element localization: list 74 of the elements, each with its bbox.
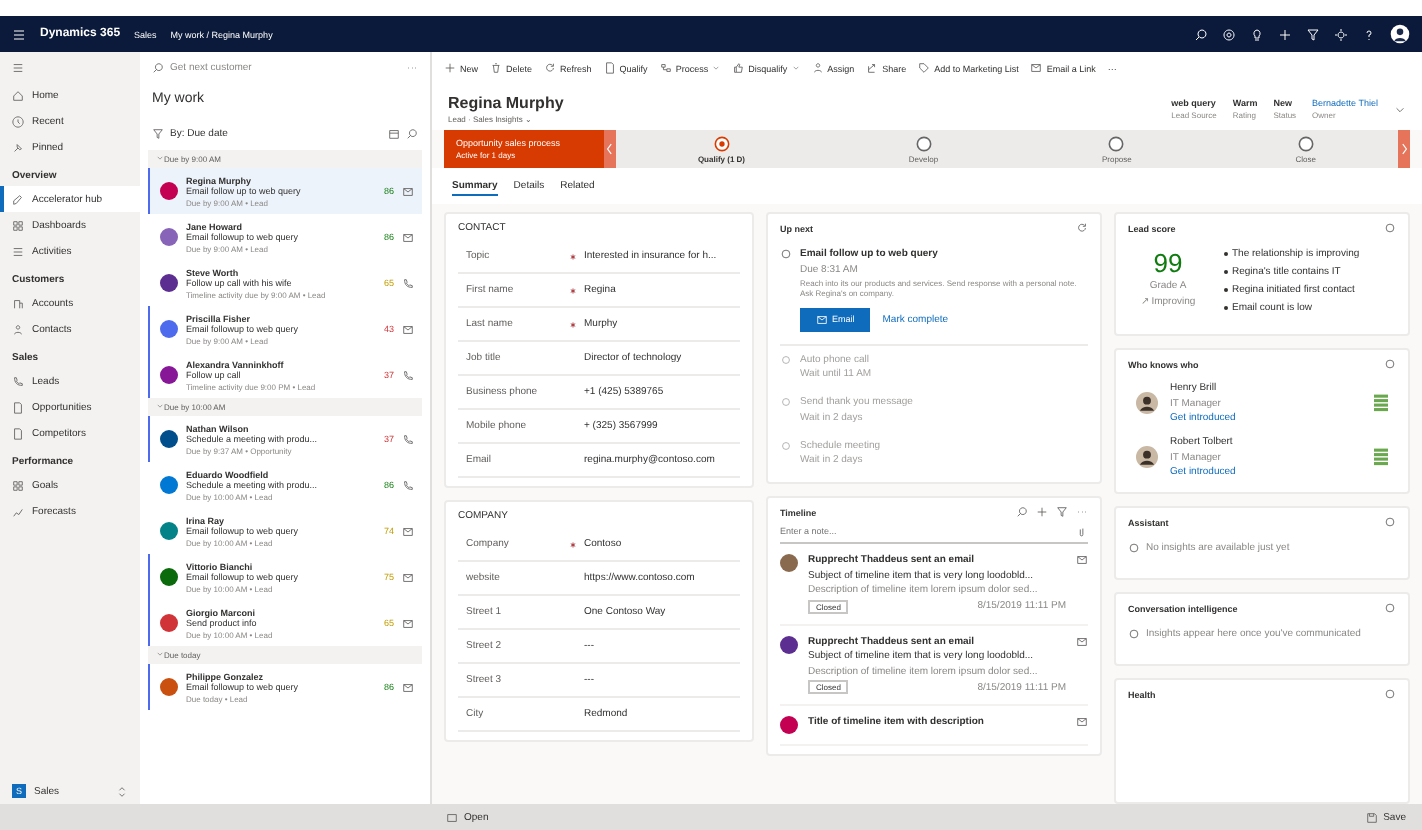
stage-circle-icon xyxy=(713,135,730,151)
lightbulb-icon[interactable] xyxy=(1250,27,1264,41)
list-icon xyxy=(12,245,24,257)
person-icon xyxy=(12,323,24,335)
required-icon xyxy=(570,253,576,259)
mail-icon xyxy=(1076,716,1088,728)
mail-icon xyxy=(1030,62,1043,74)
phone-icon[interactable] xyxy=(402,433,414,445)
grid-icon xyxy=(12,479,24,491)
help-icon[interactable] xyxy=(1362,27,1376,41)
radio-circle-icon[interactable] xyxy=(780,248,792,260)
person-avatar-icon xyxy=(1136,392,1158,414)
tag-icon xyxy=(918,62,931,74)
flow-icon xyxy=(659,62,672,74)
mail-icon xyxy=(816,313,828,325)
mail-icon[interactable] xyxy=(402,525,414,537)
calendar-icon[interactable] xyxy=(388,128,400,140)
mail-icon[interactable] xyxy=(402,185,414,197)
mail-icon[interactable] xyxy=(402,617,414,629)
paperclip-icon[interactable] xyxy=(1076,525,1088,537)
refresh-icon xyxy=(544,62,557,74)
chevron-down-icon xyxy=(156,154,164,162)
phone-icon xyxy=(12,375,24,387)
chevron-down-icon[interactable] xyxy=(1394,103,1406,115)
mail-icon[interactable] xyxy=(402,231,414,243)
chevron-right-icon[interactable] xyxy=(1398,130,1410,168)
document-icon xyxy=(603,62,616,74)
mail-icon xyxy=(1076,635,1088,647)
target-icon[interactable] xyxy=(1222,27,1236,41)
chevron-left-icon[interactable] xyxy=(604,130,616,168)
app-launcher-icon[interactable] xyxy=(12,27,26,41)
building-icon xyxy=(12,297,24,309)
lead-score-value: 99 xyxy=(1153,248,1183,278)
required-icon xyxy=(570,321,576,327)
plus-icon[interactable] xyxy=(1036,506,1048,518)
person-icon xyxy=(811,62,824,74)
menu-icon[interactable] xyxy=(12,62,24,74)
required-icon xyxy=(570,541,576,547)
chevron-down-icon xyxy=(156,650,164,658)
phone-icon[interactable] xyxy=(402,277,414,289)
window-icon[interactable] xyxy=(446,811,458,823)
connection-strength-icon xyxy=(1374,394,1388,412)
chevron-down-icon xyxy=(156,402,164,410)
phone-icon[interactable] xyxy=(402,369,414,381)
stage-circle-icon xyxy=(1108,135,1125,151)
save-icon[interactable] xyxy=(1365,811,1378,823)
connection-strength-icon xyxy=(1374,448,1388,466)
dashboard-icon xyxy=(12,219,24,231)
user-avatar-icon[interactable] xyxy=(1390,24,1410,44)
refresh-icon[interactable] xyxy=(1076,222,1088,234)
radio-circle-icon[interactable] xyxy=(780,353,792,365)
stage-circle-icon xyxy=(1297,135,1314,151)
mail-icon xyxy=(1076,554,1088,566)
share-icon xyxy=(866,62,879,74)
clock-icon xyxy=(12,115,24,127)
chart-icon xyxy=(12,505,24,517)
search-icon xyxy=(152,62,164,74)
record-title: Regina Murphy xyxy=(448,94,564,112)
radio-circle-icon[interactable] xyxy=(780,396,792,408)
document-icon xyxy=(12,401,24,413)
up-down-caret-icon[interactable] xyxy=(116,785,128,797)
home-icon xyxy=(12,89,24,101)
mail-icon[interactable] xyxy=(402,681,414,693)
mail-icon[interactable] xyxy=(402,571,414,583)
trash-icon xyxy=(490,62,503,74)
radio-circle-icon[interactable] xyxy=(780,439,792,451)
stage-circle-icon xyxy=(915,135,932,151)
pin-icon xyxy=(12,141,24,153)
phone-icon[interactable] xyxy=(402,479,414,491)
plus-icon xyxy=(444,62,456,74)
document-icon xyxy=(12,427,24,439)
mail-icon[interactable] xyxy=(402,323,414,335)
required-icon xyxy=(570,287,576,293)
person-avatar-icon xyxy=(1136,446,1158,468)
